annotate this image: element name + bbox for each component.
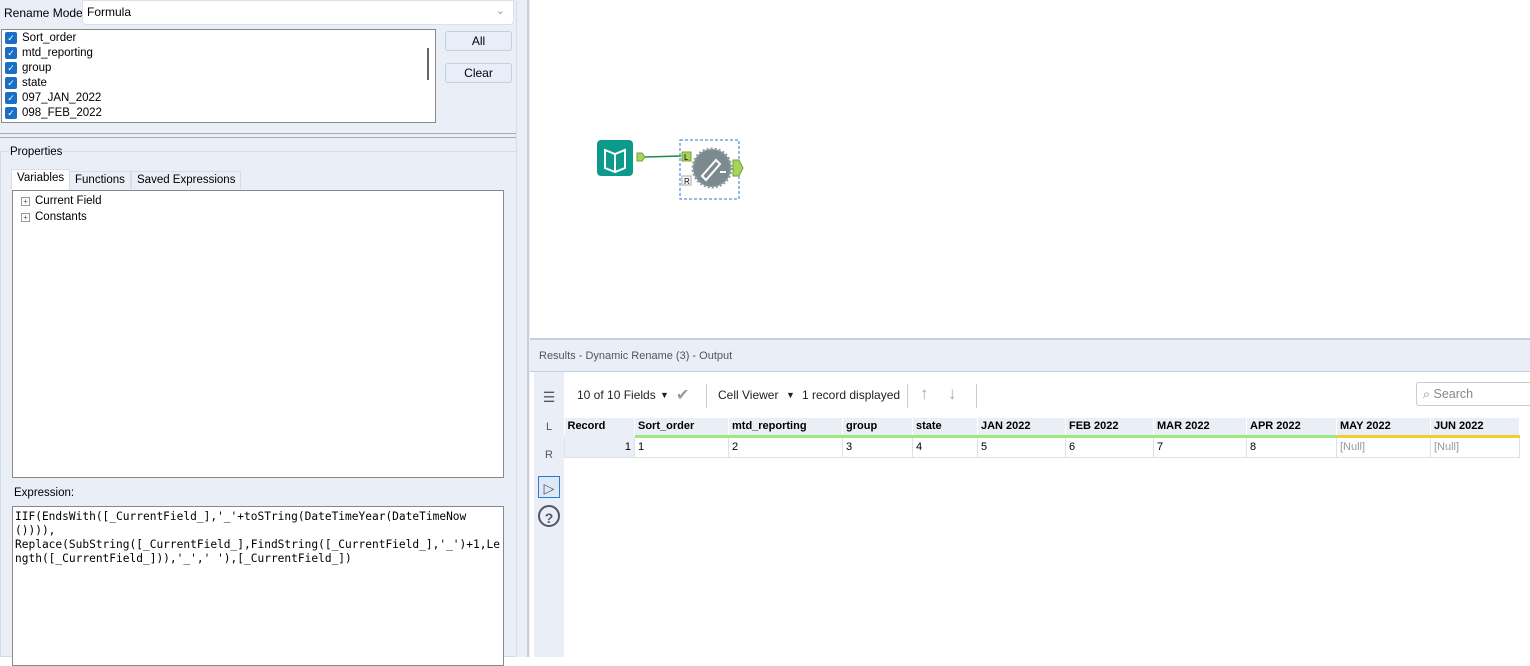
tree-label: Constants — [35, 211, 87, 223]
search-placeholder: Search — [1433, 387, 1474, 401]
tree-item-current-field[interactable]: + Current Field — [21, 193, 495, 209]
column-header[interactable]: MAY 2022 — [1336, 418, 1431, 438]
expand-icon[interactable]: + — [21, 196, 30, 206]
field-label: 098_FEB_2022 — [22, 106, 102, 119]
field-item[interactable]: ✓ 098_FEB_2022 — [2, 105, 435, 120]
record-number[interactable]: 1 — [564, 435, 635, 458]
results-table: Record Sort_order mtd_reporting group state J… — [564, 418, 1520, 458]
rename-mode-select[interactable]: Formula ⌄ — [82, 0, 514, 25]
expand-icon[interactable]: + — [21, 212, 30, 222]
checkbox-checked-icon[interactable]: ✓ — [5, 76, 17, 89]
field-item[interactable]: ✓ state — [2, 75, 435, 90]
output-anchor-icon[interactable]: ▷ — [538, 476, 560, 498]
help-icon[interactable]: ? — [538, 505, 560, 527]
tree-item-constants[interactable]: + Constants — [21, 209, 495, 225]
dropdown-arrow-icon[interactable]: ▼ — [786, 390, 795, 400]
table-cell[interactable]: 1 — [634, 435, 729, 458]
metadata-icon[interactable]: ☰ — [538, 386, 560, 408]
table-cell[interactable]: 7 — [1153, 435, 1247, 458]
anchor-l-label: L — [684, 153, 689, 162]
divider — [0, 137, 516, 138]
column-header[interactable]: FEB 2022 — [1065, 418, 1154, 438]
search-input[interactable]: ⌕ Search — [1416, 382, 1530, 406]
field-label: mtd_reporting — [22, 46, 93, 59]
column-header[interactable]: group — [842, 418, 913, 438]
field-label: 097_JAN_2022 — [22, 91, 102, 104]
table-cell[interactable]: 6 — [1065, 435, 1154, 458]
workflow-canvas[interactable]: L R — [530, 0, 1530, 336]
column-header[interactable]: JAN 2022 — [977, 418, 1066, 438]
rename-mode-label: Rename Mode: — [4, 6, 87, 20]
table-cell[interactable]: [Null] — [1430, 435, 1520, 458]
table-cell[interactable]: 2 — [728, 435, 843, 458]
tab-functions[interactable]: Functions — [69, 171, 131, 189]
panel-splitter[interactable] — [516, 0, 530, 657]
field-item[interactable]: ✓ mtd_reporting — [2, 45, 435, 60]
output-anchor[interactable] — [636, 152, 646, 162]
field-label: group — [22, 61, 52, 74]
results-toolbar: 10 of 10 Fields ▼ ✔ Cell Viewer ▼ 1 reco… — [564, 374, 1530, 416]
results-side-toolbar: ☰ L R ▷ ? — [534, 372, 564, 657]
divider — [0, 133, 516, 134]
table-cell[interactable]: 3 — [842, 435, 913, 458]
divider — [907, 384, 908, 408]
tree-label: Current Field — [35, 195, 102, 207]
table-cell[interactable]: [Null] — [1336, 435, 1431, 458]
properties-label: Properties — [9, 146, 64, 158]
column-header[interactable]: state — [912, 418, 978, 438]
field-list[interactable]: ✓ Sort_order ✓ mtd_reporting ✓ group ✓ state… — [1, 29, 436, 123]
tab-saved-expressions[interactable]: Saved Expressions — [131, 171, 242, 189]
connection-line[interactable] — [644, 155, 682, 158]
checkbox-checked-icon[interactable]: ✓ — [5, 91, 17, 104]
select-all-button[interactable]: All — [445, 31, 512, 51]
record-count: 1 record displayed — [802, 388, 901, 402]
table-row[interactable]: 1 1 2 3 4 5 6 7 8 [Null] [Null] — [564, 435, 1520, 458]
arrow-up-icon[interactable]: ↑ — [920, 384, 929, 404]
checkbox-checked-icon[interactable]: ✓ — [5, 31, 17, 44]
clear-button[interactable]: Clear — [445, 63, 512, 83]
column-header[interactable]: JUN 2022 — [1430, 418, 1520, 438]
cell-viewer-dropdown[interactable]: Cell Viewer — [718, 388, 778, 402]
divider — [976, 384, 977, 408]
results-title: Results - Dynamic Rename (3) - Output — [530, 338, 1530, 372]
anchor-r-label: R — [684, 177, 690, 186]
divider — [706, 384, 707, 408]
dropdown-arrow-icon[interactable]: ▼ — [660, 390, 669, 400]
field-label: Sort_order — [22, 31, 77, 44]
right-input-icon[interactable]: R — [538, 444, 560, 466]
table-cell[interactable]: 5 — [977, 435, 1066, 458]
column-header[interactable]: Sort_order — [634, 418, 729, 438]
column-header[interactable]: mtd_reporting — [728, 418, 843, 438]
expression-editor[interactable]: IIF(EndsWith([_CurrentField_],'_'+toSTri… — [12, 506, 504, 666]
tab-variables[interactable]: Variables — [11, 169, 71, 190]
column-header[interactable]: APR 2022 — [1246, 418, 1337, 438]
input-tool-icon[interactable] — [597, 140, 633, 176]
configuration-panel: Rename Mode: Formula ⌄ ✓ Sort_order ✓ mtd_r… — [0, 0, 516, 666]
column-header[interactable]: MAR 2022 — [1153, 418, 1247, 438]
checkbox-checked-icon[interactable]: ✓ — [5, 106, 17, 119]
search-icon: ⌕ — [1423, 387, 1434, 401]
dynamic-rename-tool-icon[interactable] — [691, 147, 733, 189]
column-header[interactable]: Record — [564, 418, 635, 438]
table-cell[interactable]: 8 — [1246, 435, 1337, 458]
fields-selector[interactable]: 10 of 10 Fields — [577, 388, 656, 402]
checkbox-checked-icon[interactable]: ✓ — [5, 46, 17, 59]
field-label: state — [22, 76, 47, 89]
chevron-down-icon: ⌄ — [495, 5, 505, 17]
field-item[interactable]: ✓ 097_JAN_2022 — [2, 90, 435, 105]
field-item[interactable]: ✓ group — [2, 60, 435, 75]
expression-label: Expression: — [14, 487, 75, 499]
workflow-diagram: L R — [597, 139, 744, 200]
checkmark-icon[interactable]: ✔ — [676, 385, 689, 405]
scrollbar[interactable] — [427, 48, 429, 80]
variables-tree: + Current Field + Constants — [12, 190, 504, 478]
table-cell[interactable]: 4 — [912, 435, 978, 458]
rename-mode-value: Formula — [87, 5, 132, 19]
checkbox-checked-icon[interactable]: ✓ — [5, 61, 17, 74]
arrow-down-icon[interactable]: ↓ — [948, 384, 957, 404]
left-input-icon[interactable]: L — [538, 416, 560, 438]
output-anchor[interactable] — [732, 159, 744, 177]
field-item[interactable]: ✓ Sort_order — [2, 30, 435, 45]
